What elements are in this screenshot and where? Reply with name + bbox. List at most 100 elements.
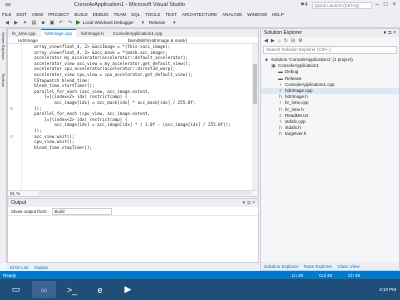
open-icon[interactable]: ▤ [31, 20, 37, 26]
team-explorer-tab[interactable]: Team Explorer [303, 264, 332, 269]
output-source-row: Show output from: Build [8, 207, 258, 216]
menu-edit[interactable]: EDIT [17, 12, 27, 17]
editor-tab[interactable]: hr_time.cpp [8, 30, 40, 37]
scrollbar-thumb[interactable] [253, 64, 257, 104]
visual-studio-app-icon[interactable]: ∞ [32, 281, 56, 298]
output-header: Output ▾ ⊐ × [8, 199, 258, 207]
system-tray: 4:10 PM [379, 287, 396, 293]
chevron-down-icon[interactable]: ▾ [140, 20, 146, 26]
new-project-icon[interactable]: ✦ [22, 20, 28, 26]
line-number: Ln 29 [291, 272, 303, 278]
error-list-tab[interactable]: Error List [10, 265, 28, 270]
notification-count: 4 [304, 2, 308, 8]
zoom-value: 91 % [10, 191, 21, 196]
status-text: Ready [3, 272, 17, 278]
solution-explorer-bottom-tabs: Solution Explorer Team Explorer Class Vi… [261, 262, 399, 270]
tree-item[interactable]: h targetver.h [261, 131, 399, 137]
toolbox-tab[interactable]: Toolbox [1, 73, 6, 87]
notification-flag-icon[interactable]: ⚑4 [300, 2, 307, 8]
member-dropdown[interactable]: blendWith(HdrImage & mask) [128, 38, 187, 43]
properties-icon[interactable]: ⚙ [298, 38, 302, 44]
code-line: blend_time.stopTimer(); [24, 144, 93, 150]
menu-bar: FILE EDIT VIEW PROJECT BUILD DEBUG TEAM SQL TOOL… [0, 10, 400, 18]
maximize-button[interactable]: □ [384, 2, 388, 8]
window-controls: – □ × [376, 2, 396, 8]
status-bar: Ready Ln 29 Col 49 Ch 49 [0, 271, 400, 279]
visual-studio-logo-icon: ∞ [5, 0, 11, 9]
quick-launch-input[interactable]: Quick Launch (Ctrl+Q) [311, 1, 372, 9]
menu-sql[interactable]: SQL [131, 12, 140, 17]
editor-tab-strip: hr_time.cpp hdrImage.cpp hdrImage.h Console… [8, 29, 258, 37]
class-dropdown[interactable]: HdrImage [8, 38, 128, 43]
class-view-tab[interactable]: Class View [337, 264, 359, 269]
chevron-down-icon[interactable]: ▾ [171, 20, 177, 26]
output-tab[interactable]: Output [34, 265, 48, 270]
menu-tools[interactable]: TOOLS [145, 12, 160, 17]
close-button[interactable]: × [392, 2, 396, 8]
collapse-all-icon[interactable]: ⊟ [291, 38, 295, 44]
powershell-app-icon[interactable]: >_ [60, 281, 84, 298]
back-icon[interactable]: ◀ [4, 20, 10, 26]
tree-item-label: targetver.h [285, 131, 307, 137]
windows-taskbar: ▭ ∞ >_ e ▶ 4:10 PM [0, 279, 400, 300]
folder-app-icon[interactable]: ▭ [4, 281, 28, 298]
column-number: Col 49 [318, 272, 332, 278]
minimize-button[interactable]: – [376, 2, 379, 8]
horizontal-scrollbar[interactable] [38, 191, 252, 195]
save-all-icon[interactable]: ▣ [49, 20, 55, 26]
output-source-dropdown[interactable]: Build [51, 207, 112, 215]
back-icon[interactable]: ◀ [264, 38, 268, 44]
menu-analyze[interactable]: ANALYZE [222, 12, 242, 17]
menu-team[interactable]: TEAM [114, 12, 127, 17]
configuration-dropdown[interactable]: Release [149, 20, 166, 25]
debugger-target-button[interactable]: Local Windows Debugger [83, 20, 134, 25]
code-text-area[interactable]: array_view<float_4, 2> &accImage = *(thi… [8, 44, 258, 192]
clock[interactable]: 4:10 PM [379, 287, 396, 293]
menu-architecture[interactable]: ARCHITECTURE [182, 12, 217, 17]
show-output-label: Show output from: [11, 208, 48, 214]
bottom-tool-tabs: Error List Output [7, 263, 259, 271]
pin-icon[interactable]: ▾ ⊐ × [243, 199, 255, 207]
pin-icon[interactable]: ▾ ⊐ × [384, 29, 396, 37]
redo-icon[interactable]: ↷ [67, 20, 73, 26]
project-icon: ▣ [271, 63, 276, 69]
menu-project[interactable]: PROJECT [48, 12, 69, 17]
window-title: ConsoleApplication1 - Microsoft Visual S… [74, 2, 185, 8]
char-number: Ch 49 [347, 272, 360, 278]
menu-view[interactable]: VIEW [32, 12, 44, 17]
editor-tab[interactable]: hdrImage.cpp [40, 29, 77, 37]
code-line: acc_image[idx] = acc_image[idx] * ( 1.0f… [24, 122, 231, 128]
code-editor: hr_time.cpp hdrImage.cpp hdrImage.h Console… [7, 28, 259, 197]
server-explorer-tab[interactable]: Server Explorer [1, 32, 6, 60]
start-debug-icon[interactable]: ▶ [76, 19, 81, 26]
refresh-icon[interactable]: ↻ [284, 38, 288, 44]
solution-explorer-header: Solution Explorer ▾ ⊐ × [261, 29, 399, 37]
media-app-icon[interactable]: ▶ [116, 281, 140, 298]
forward-icon[interactable]: ▶ [271, 38, 275, 44]
vertical-scrollbar[interactable] [252, 44, 258, 192]
home-icon[interactable]: ⌂ [278, 38, 281, 44]
menu-test[interactable]: TEST [165, 12, 177, 17]
navigation-bar: HdrImage blendWith(HdrImage & mask) [8, 37, 258, 44]
forward-icon[interactable]: ▶ [13, 20, 19, 26]
header-file-icon: h [279, 131, 282, 137]
solution-search-input[interactable]: Search Solution Explorer (Ctrl+;) [263, 46, 397, 54]
solution-explorer-title: Solution Explorer [264, 30, 303, 36]
solution-tree: ◈ Solution 'ConsoleApplication1' (1 proje… [261, 55, 399, 138]
zoom-level[interactable]: 91 % [8, 190, 258, 196]
ie-app-icon[interactable]: e [88, 281, 112, 298]
menu-window[interactable]: WINDOW [247, 12, 267, 17]
undo-icon[interactable]: ↶ [58, 20, 64, 26]
save-icon[interactable]: ■ [40, 20, 46, 26]
menu-build[interactable]: BUILD [74, 12, 87, 17]
left-side-tabs: Server Explorer Toolbox [0, 28, 7, 263]
menu-help[interactable]: HELP [272, 12, 284, 17]
menu-file[interactable]: FILE [2, 12, 12, 17]
solution-explorer: Solution Explorer ▾ ⊐ × ◀ ▶ ⌂ ↻ ⊟ ⚙ Sear… [260, 28, 400, 271]
title-bar: ∞ ConsoleApplication1 - Microsoft Visual… [0, 0, 400, 10]
solution-explorer-tab[interactable]: Solution Explorer [264, 264, 298, 269]
editor-tab[interactable]: hdrImage.h [77, 30, 108, 37]
menu-debug[interactable]: DEBUG [93, 12, 109, 17]
output-pane: Output ▾ ⊐ × Show output from: Build [7, 198, 259, 263]
editor-tab[interactable]: ConsoleApplication1.cpp [109, 30, 167, 37]
